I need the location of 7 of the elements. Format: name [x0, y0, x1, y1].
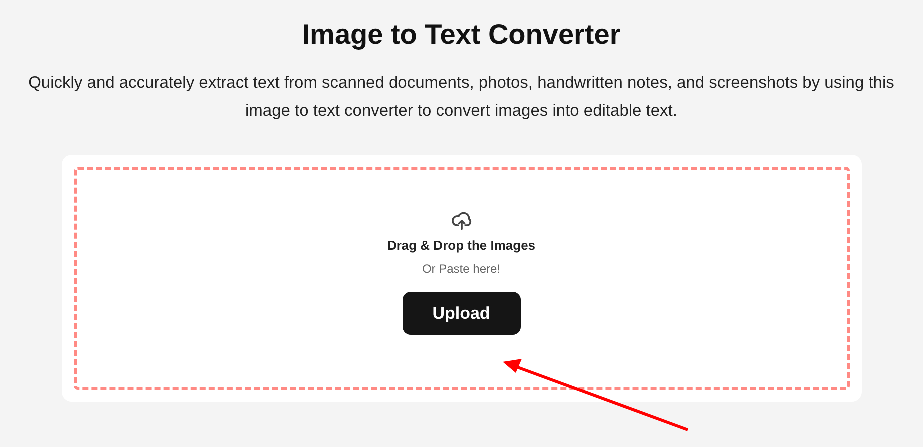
drop-zone[interactable]: Drag & Drop the Images Or Paste here! Upload [74, 167, 850, 390]
description: Quickly and accurately extract text from scanned documents, photos, handwritten notes, and screenshots by using this image to text converter to convert images into editable text. [28, 73, 896, 122]
paste-hint: Or Paste here! [422, 262, 501, 276]
cloud-upload-icon [450, 210, 472, 232]
page-title: Image to Text Converter [302, 19, 621, 51]
upload-button[interactable]: Upload [402, 292, 520, 335]
drop-heading: Drag & Drop the Images [387, 238, 536, 253]
